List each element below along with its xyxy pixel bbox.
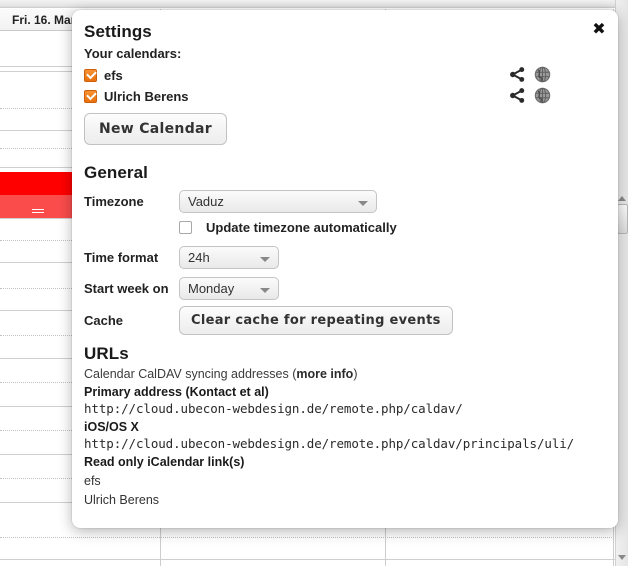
start-week-row: Start week on Monday	[84, 274, 618, 302]
scrollbar-thumb[interactable]	[617, 204, 628, 234]
calendar-actions	[509, 66, 551, 83]
caldav-text-after: )	[353, 367, 358, 381]
share-icon[interactable]	[509, 66, 526, 83]
time-format-select[interactable]: 24h	[179, 245, 279, 269]
share-icon[interactable]	[509, 87, 526, 104]
urls-section-title: URLs	[84, 344, 129, 363]
calendar-name-label: efs	[104, 68, 123, 83]
timezone-select[interactable]: Vaduz	[179, 189, 377, 213]
globe-icon[interactable]	[534, 66, 551, 83]
calendar-event-block[interactable]	[0, 172, 75, 195]
new-calendar-button[interactable]: New Calendar	[84, 113, 227, 145]
clear-cache-button[interactable]: Clear cache for repeating events	[179, 305, 453, 335]
readonly-icalendar-label: Read only iCalendar link(s)	[84, 455, 245, 469]
your-calendars-label: Your calendars:	[84, 46, 182, 61]
calendar-event-body-block[interactable]	[0, 195, 75, 218]
chevron-down-icon	[358, 200, 368, 206]
timezone-row: Timezone Vaduz	[84, 187, 618, 215]
time-format-select-value: 24h	[188, 249, 210, 265]
calendar-hour-line	[0, 559, 628, 560]
start-week-select[interactable]: Monday	[179, 276, 279, 300]
calendar-event-body	[0, 195, 75, 218]
start-week-label: Start week on	[84, 280, 169, 296]
primary-address-url[interactable]: http://cloud.ubecon-webdesign.de/remote.…	[84, 401, 618, 416]
cache-row: Cache Clear cache for repeating events	[84, 302, 618, 338]
time-format-row: Time format 24h	[84, 243, 618, 271]
more-info-link[interactable]: more info	[296, 367, 353, 381]
calendar-list-item[interactable]: Ulrich Berens	[84, 86, 618, 107]
time-format-label: Time format	[84, 249, 159, 265]
calendar-toolbar	[0, 0, 628, 8]
calendar-checkbox-ulrich-berens[interactable]	[84, 90, 97, 103]
auto-timezone-label: Update timezone automatically	[206, 219, 397, 235]
calendar-checkbox-efs[interactable]	[84, 69, 97, 82]
chevron-down-icon	[260, 287, 270, 293]
urls-section: URLs Calendar CalDAV syncing addresses (…	[84, 344, 618, 507]
ios-osx-label: iOS/OS X	[84, 420, 139, 434]
calendar-list: efs Ulrich Berens	[84, 65, 618, 107]
cache-label: Cache	[84, 312, 124, 328]
start-week-select-value: Monday	[188, 280, 235, 296]
scroll-down-arrow-icon[interactable]	[618, 555, 626, 560]
timezone-select-value: Vaduz	[188, 193, 224, 209]
close-icon[interactable]: ✖	[590, 20, 608, 38]
dialog-title: Settings	[84, 22, 152, 41]
calendar-list-item[interactable]: efs	[84, 65, 618, 86]
auto-timezone-row[interactable]: Update timezone automatically	[179, 215, 618, 239]
readonly-link-ulrich-berens[interactable]: Ulrich Berens	[84, 493, 618, 507]
globe-icon[interactable]	[534, 87, 551, 104]
calendar-half-hour-line	[0, 537, 628, 538]
auto-timezone-checkbox[interactable]	[179, 220, 192, 234]
chevron-down-icon	[260, 256, 270, 262]
event-resize-handle[interactable]	[31, 209, 44, 213]
caldav-text-before: Calendar CalDAV syncing addresses (	[84, 367, 297, 381]
readonly-link-efs[interactable]: efs	[84, 474, 618, 488]
general-section-title: General	[84, 163, 149, 182]
calendar-name-label: Ulrich Berens	[104, 89, 189, 104]
ios-osx-url[interactable]: http://cloud.ubecon-webdesign.de/remote.…	[84, 436, 618, 451]
calendar-actions	[509, 87, 551, 104]
timezone-label: Timezone	[84, 193, 144, 209]
caldav-description: Calendar CalDAV syncing addresses (more …	[84, 367, 618, 381]
scroll-up-arrow-icon[interactable]	[618, 196, 626, 201]
calendar-event-header	[0, 172, 75, 195]
primary-address-label: Primary address (Kontact et al)	[84, 385, 269, 399]
settings-dialog: ✖ Settings Your calendars: efs Ulrich Be…	[72, 10, 618, 528]
